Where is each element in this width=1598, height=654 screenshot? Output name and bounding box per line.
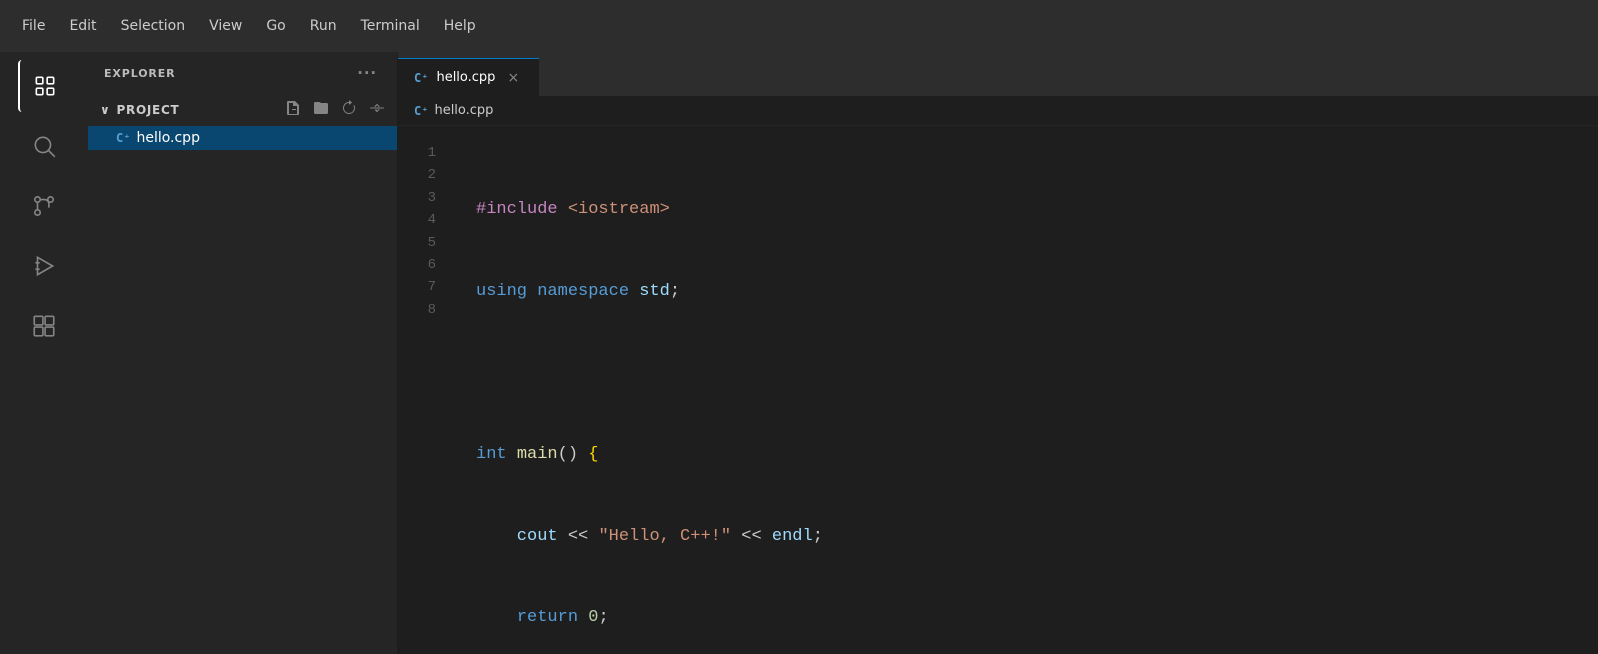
project-title-row[interactable]: ∨ PROJECT [88, 94, 397, 126]
menu-selection[interactable]: Selection [111, 12, 196, 40]
main-layout: EXPLORER ··· ∨ PROJECT [0, 52, 1598, 654]
code-line-1: #include <iostream> [476, 196, 1598, 223]
code-line-3 [476, 360, 1598, 387]
activity-explorer[interactable] [18, 60, 70, 112]
new-file-icon[interactable] [281, 98, 305, 122]
code-content[interactable]: #include <iostream> using namespace std;… [460, 126, 1598, 654]
menu-go[interactable]: Go [256, 12, 295, 40]
project-title-label: PROJECT [116, 103, 179, 117]
activity-run-debug[interactable] [18, 240, 70, 292]
file-item-hello-cpp[interactable]: C⁺ hello.cpp [88, 126, 397, 150]
sidebar: EXPLORER ··· ∨ PROJECT [88, 52, 398, 654]
code-line-5: cout << "Hello, C++!" << endl; [476, 523, 1598, 550]
line-num-8: 8 [398, 299, 460, 321]
tab-hello-cpp[interactable]: C⁺ hello.cpp × [398, 58, 539, 96]
tab-hello-cpp-label: hello.cpp [436, 70, 495, 85]
new-folder-icon[interactable] [309, 98, 333, 122]
breadcrumb-filename: hello.cpp [434, 103, 493, 118]
activity-source-control[interactable] [18, 180, 70, 232]
project-section: ∨ PROJECT [88, 94, 397, 150]
code-editor[interactable]: 1 2 3 4 5 6 7 8 #include <iostream> usin… [398, 126, 1598, 654]
line-num-6: 6 [398, 254, 460, 276]
collapse-all-icon[interactable] [365, 98, 389, 122]
line-num-5: 5 [398, 232, 460, 254]
breadcrumb-file-icon: C⁺ [414, 104, 428, 118]
breadcrumb: C⁺ hello.cpp [398, 96, 1598, 126]
tab-bar: C⁺ hello.cpp × [398, 52, 1598, 96]
project-title-left: ∨ PROJECT [100, 103, 179, 117]
menu-terminal[interactable]: Terminal [351, 12, 430, 40]
menu-file[interactable]: File [12, 12, 55, 40]
line-num-4: 4 [398, 209, 460, 231]
menu-edit[interactable]: Edit [59, 12, 106, 40]
explorer-header-icons: ··· [353, 62, 381, 84]
line-num-3: 3 [398, 187, 460, 209]
line-num-1: 1 [398, 142, 460, 164]
refresh-icon[interactable] [337, 98, 361, 122]
explorer-title: EXPLORER [104, 67, 176, 80]
menubar: File Edit Selection View Go Run Terminal… [0, 0, 1598, 52]
line-numbers: 1 2 3 4 5 6 7 8 [398, 126, 460, 654]
editor-area: C⁺ hello.cpp × C⁺ hello.cpp 1 2 3 4 5 6 … [398, 52, 1598, 654]
project-title-icons [281, 98, 389, 122]
activity-search[interactable] [18, 120, 70, 172]
explorer-more-icon[interactable]: ··· [353, 62, 381, 84]
activity-extensions[interactable] [18, 300, 70, 352]
activity-bar [0, 52, 88, 654]
line-num-2: 2 [398, 164, 460, 186]
file-name-hello-cpp: hello.cpp [136, 130, 200, 146]
cpp-file-icon: C⁺ [116, 131, 130, 145]
code-line-6: return 0; [476, 604, 1598, 631]
tab-close-icon[interactable]: × [503, 68, 523, 88]
tab-cpp-icon: C⁺ [414, 71, 428, 85]
code-line-2: using namespace std; [476, 278, 1598, 305]
line-num-7: 7 [398, 276, 460, 298]
project-chevron-icon: ∨ [100, 103, 110, 117]
code-line-4: int main() { [476, 441, 1598, 468]
explorer-header: EXPLORER ··· [88, 52, 397, 94]
menu-help[interactable]: Help [434, 12, 486, 40]
menu-view[interactable]: View [199, 12, 252, 40]
menu-run[interactable]: Run [300, 12, 347, 40]
